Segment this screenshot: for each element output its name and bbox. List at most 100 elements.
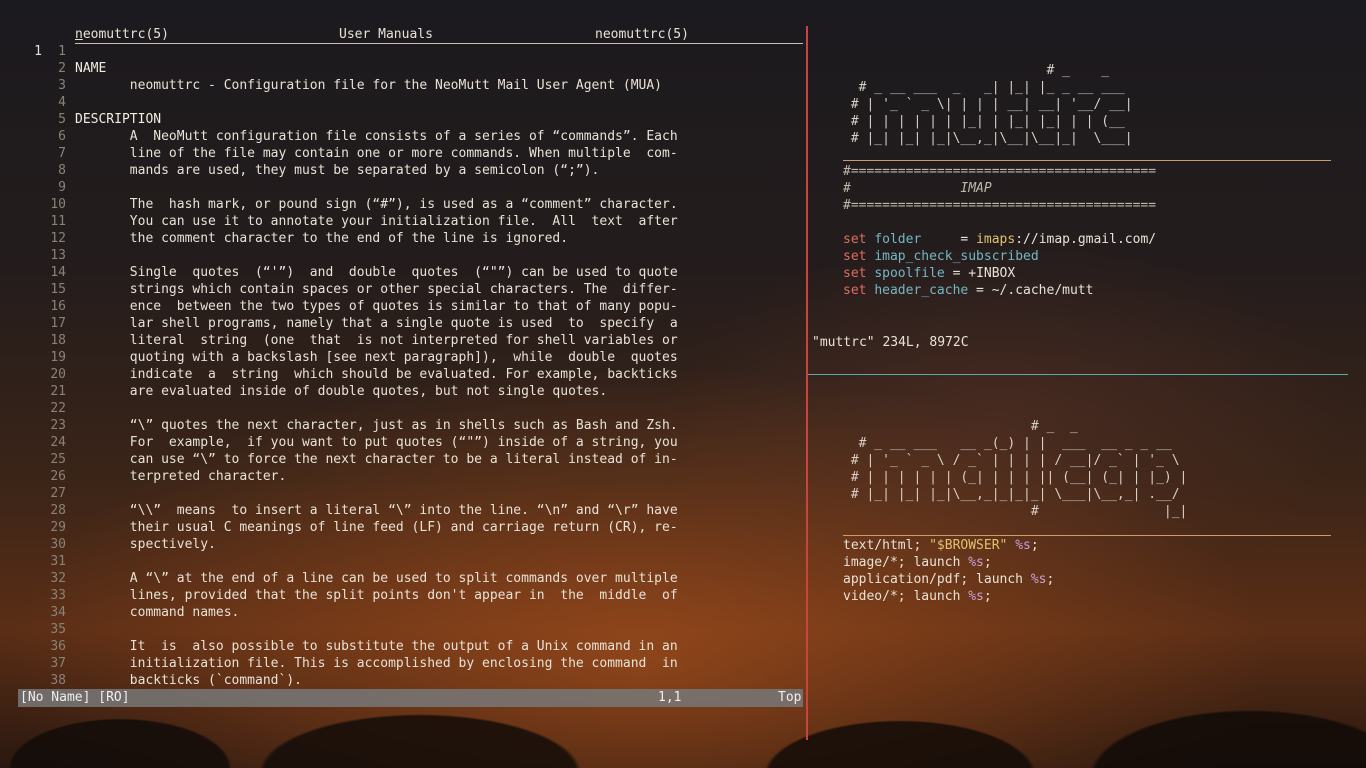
man-line: 28 “\\” means to insert a literal “\” in… <box>0 502 806 519</box>
line-text: command names. <box>75 605 240 620</box>
line-text: It is also possible to substitute the ou… <box>75 639 678 654</box>
man-line: 10 The hash mark, or pound sign (“#”), i… <box>0 196 806 213</box>
line-text: lines, provided that the split points do… <box>75 588 678 603</box>
line-text: their usual C meanings of line feed (LF)… <box>75 520 678 535</box>
line-text: line of the file may contain one or more… <box>75 146 678 161</box>
man-line: 30 spectively. <box>0 536 806 553</box>
line-text: backticks (`command`). <box>75 673 302 688</box>
mailcap-type: application/pdf; launch <box>843 572 1024 587</box>
man-line: 20 indicate a string which should be eva… <box>0 366 806 383</box>
man-line: 33 lines, provided that the split points… <box>0 587 806 604</box>
setting-keyword: set <box>843 249 875 264</box>
man-line: 18 literal string (one that is not inter… <box>0 332 806 349</box>
line-text: terpreted character. <box>75 469 287 484</box>
line-number: 35 <box>50 622 66 637</box>
setting-variable: spoolfile <box>874 266 945 281</box>
line-text: the comment character to the end of the … <box>75 231 569 246</box>
vertical-split-divider[interactable] <box>806 26 808 740</box>
line-number: 30 <box>50 537 66 552</box>
line-text: NAME <box>75 61 107 76</box>
man-line: 5 DESCRIPTION <box>0 111 806 128</box>
line-text: can use “\” to force the next character … <box>75 452 678 467</box>
man-line: 36 It is also possible to substitute the… <box>0 638 806 655</box>
man-line: 12 the comment character to the end of t… <box>0 230 806 247</box>
horizontal-split-divider[interactable] <box>808 374 1348 375</box>
buffer-name: [No Name] [RO] <box>20 690 130 705</box>
line-number: 12 <box>50 231 66 246</box>
setting-keyword: set <box>843 232 875 247</box>
setting-variable: imap_check_subscribed <box>874 249 1039 264</box>
man-line: 37 initialization file. This is accompli… <box>0 655 806 672</box>
line-number: 19 <box>50 350 66 365</box>
cursor: n <box>75 27 83 42</box>
man-line: 29 their usual C meanings of line feed (… <box>0 519 806 536</box>
setting-equals: = <box>944 266 969 281</box>
line-text: indicate a string which should be evalua… <box>75 367 678 382</box>
line-text: lar shell programs, namely that a single… <box>75 316 678 331</box>
section-title-text: # IMAP <box>843 181 992 196</box>
banner-line: # _ __ ___ _ _| |_| |_ _ __ ___ <box>843 80 1125 95</box>
setting-equals: = <box>952 232 977 247</box>
man-line: 11 You can use it to annotate your initi… <box>0 213 806 230</box>
line-text: DESCRIPTION <box>75 112 162 127</box>
mailcap-terminator: ; <box>1030 538 1039 553</box>
line-number: 20 <box>50 367 66 382</box>
banner-line: # | '_ ` _ \| | | | __| __| '__/ __| <box>843 97 1133 112</box>
man-line: 16 ence between the two types of quotes … <box>0 298 806 315</box>
banner-line: # _ __ ___ __ _(_) | | ___ __ _ _ __ <box>843 436 1172 451</box>
line-text: “\” quotes the next character, just as i… <box>75 418 678 433</box>
setting-keyword: set <box>843 283 875 298</box>
line-number: 6 <box>58 129 66 144</box>
man-line: 34 command names. <box>0 604 806 621</box>
line-number: 14 <box>50 265 66 280</box>
banner-line: # | | | | | | (_| | | | || (__| (_| | |_… <box>843 470 1188 485</box>
banner-line: # | | | | | | |_| | |_| |_| | | (__ <box>843 114 1125 129</box>
man-line: 4 <box>0 94 806 111</box>
line-number: 8 <box>58 163 66 178</box>
banner-rule <box>843 160 1331 161</box>
man-line: 35 <box>0 621 806 638</box>
mailcap-rule <box>843 535 1331 536</box>
line-number: 16 <box>50 299 66 314</box>
man-header-center: User Manuals <box>339 27 433 42</box>
banner-line: # |_| |_| |_|\__,_|_|_|_| \___|\__,_| ._… <box>843 487 1180 502</box>
mailcap-entry: image/*; launch %s; <box>843 554 992 571</box>
desktop-wallpaper: 1 neomuttrc(5) User Manuals neomuttrc(5)… <box>0 0 1366 768</box>
line-text: ence between the two types of quotes is … <box>75 299 678 314</box>
file-message: "muttrc" 234L, 8972C <box>812 335 969 350</box>
line-text: The hash mark, or pound sign (“#”), is u… <box>75 197 678 212</box>
line-number: 27 <box>50 486 66 501</box>
mailcap-command: "$BROWSER" <box>929 538 1008 553</box>
section-title: # IMAP <box>843 180 992 197</box>
line-text: are evaluated inside of double quotes, b… <box>75 384 608 399</box>
mailcap-type: image/*; launch <box>843 555 961 570</box>
line-number: 13 <box>50 248 66 263</box>
line-text: neomuttrc - Configuration file for the N… <box>75 78 662 93</box>
man-line: 1 <box>0 43 806 60</box>
setting-line: set spoolfile = +INBOX <box>843 265 1015 282</box>
mailcap-terminator: ; <box>983 589 992 604</box>
line-text: A “\” at the end of a line can be used t… <box>75 571 678 586</box>
setting-line: set header_cache = ~/.cache/mutt <box>843 282 1093 299</box>
man-line: 26 terpreted character. <box>0 468 806 485</box>
line-number: 11 <box>50 214 66 229</box>
man-header-right: neomuttrc(5) <box>595 27 689 42</box>
setting-line: set folder = imaps://imap.gmail.com/ <box>843 231 1156 248</box>
line-number: 25 <box>50 452 66 467</box>
line-number: 10 <box>50 197 66 212</box>
line-text: For example, if you want to put quotes (… <box>75 435 678 450</box>
man-line: 6 A NeoMutt configuration file consists … <box>0 128 806 145</box>
mailcap-terminator: ; <box>983 555 992 570</box>
setting-variable: header_cache <box>874 283 969 298</box>
man-line: 38 backticks (`command`). <box>0 672 806 689</box>
line-text: strings which contain spaces or other sp… <box>75 282 678 297</box>
man-line: 31 <box>0 553 806 570</box>
line-text: spectively. <box>75 537 216 552</box>
line-text: “\\” means to insert a literal “\” into … <box>75 503 678 518</box>
line-number: 3 <box>58 78 66 93</box>
line-number: 23 <box>50 418 66 433</box>
cursor-position: 1,1 <box>658 690 682 705</box>
setting-value: +INBOX <box>968 266 1016 281</box>
line-text: initialization file. This is accomplishe… <box>75 656 678 671</box>
banner-line: # _ _ <box>843 63 1110 78</box>
